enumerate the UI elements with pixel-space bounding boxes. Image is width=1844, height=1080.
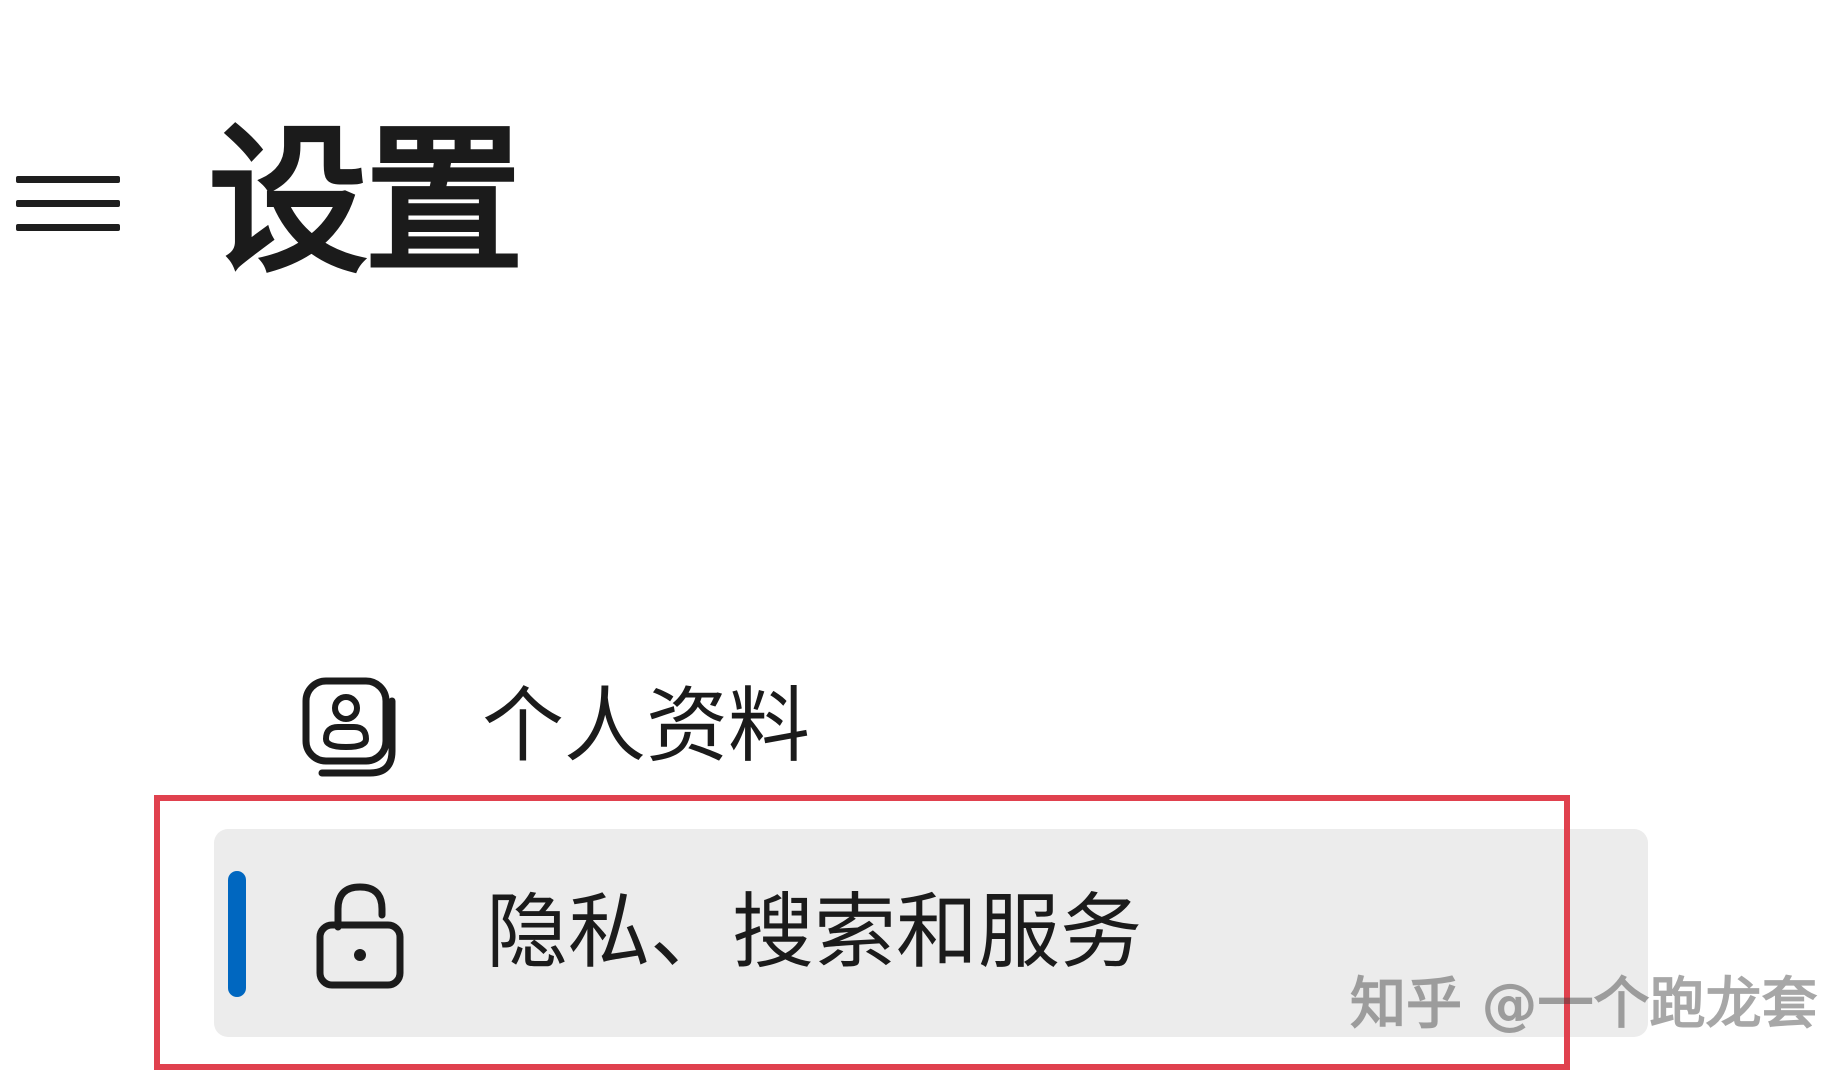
hamburger-line	[16, 176, 120, 183]
hamburger-line	[16, 224, 120, 231]
sidebar-item-profile[interactable]: 个人资料	[300, 672, 810, 782]
profile-badge-icon	[300, 675, 404, 779]
watermark: 知乎 @一个跑龙套	[1350, 972, 1818, 1037]
lock-icon	[314, 879, 406, 991]
sidebar-item-label: 个人资料	[482, 679, 811, 774]
page-title: 设置	[208, 108, 524, 295]
sidebar-item-label: 隐私、搜索和服务	[486, 885, 1143, 980]
hamburger-line	[16, 200, 120, 207]
hamburger-menu-icon[interactable]	[12, 170, 124, 240]
selected-indicator	[228, 871, 246, 997]
settings-page: 设置 个人资料 隐私、搜索和服务 知乎 @一个跑龙套	[0, 0, 1844, 1080]
